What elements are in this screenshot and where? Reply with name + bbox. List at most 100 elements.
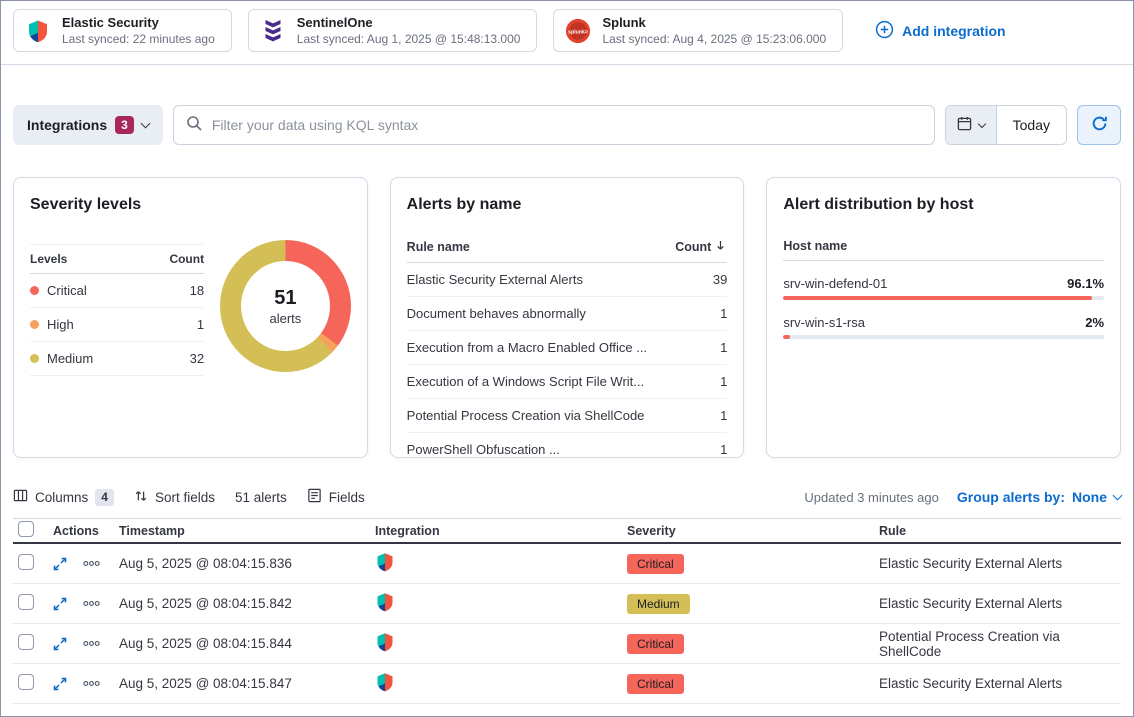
alerts-table: Actions Timestamp Integration Severity R… xyxy=(13,518,1121,704)
severity-level-label: High xyxy=(47,317,74,332)
alerts-by-name-header: Rule name Count xyxy=(407,232,728,263)
severity-legend-table: Levels Count Critical 18 High 1 Medium 3… xyxy=(30,244,204,376)
fields-button[interactable]: Fields xyxy=(307,488,365,506)
alert-rule-name: Potential Process Creation via ShellCode xyxy=(879,629,1121,659)
columns-button[interactable]: Columns 4 xyxy=(13,488,114,506)
expand-alert-icon[interactable] xyxy=(53,557,67,571)
integration-last-synced: Last synced: Aug 1, 2025 @ 15:48:13.000 xyxy=(297,32,521,46)
add-integration-label: Add integration xyxy=(902,23,1005,39)
chevron-down-icon xyxy=(977,119,985,127)
chevron-down-icon xyxy=(1113,491,1123,501)
sort-fields-button[interactable]: Sort fields xyxy=(134,489,215,506)
severity-dot xyxy=(30,286,39,295)
expand-alert-icon[interactable] xyxy=(53,677,67,691)
alert-timestamp: Aug 5, 2025 @ 08:04:15.844 xyxy=(119,636,375,651)
host-name: srv-win-defend-01 xyxy=(783,276,887,291)
row-checkbox[interactable] xyxy=(18,634,34,650)
rule-name: PowerShell Obfuscation ... xyxy=(407,442,560,457)
sort-fields-label: Sort fields xyxy=(155,490,215,505)
alerts-by-name-title: Alerts by name xyxy=(407,196,728,214)
date-picker-today-button[interactable]: Today xyxy=(997,106,1066,144)
host-bar-fill[interactable] xyxy=(783,296,1091,300)
columns-count-badge: 4 xyxy=(95,489,114,506)
alert-rule-name: Elastic Security External Alerts xyxy=(879,596,1121,611)
severity-levels-panel: Severity levels Levels Count Critical 18… xyxy=(13,177,368,458)
elastic-security-logo-icon xyxy=(375,672,627,695)
select-all-checkbox[interactable] xyxy=(18,521,34,537)
host-row: srv-win-defend-01 96.1% xyxy=(783,276,1104,300)
more-actions-icon[interactable] xyxy=(83,640,100,647)
column-header-rule: Rule xyxy=(879,524,1121,538)
row-checkbox[interactable] xyxy=(18,554,34,570)
rule-count: 1 xyxy=(720,442,727,457)
column-header-timestamp: Timestamp xyxy=(119,524,375,538)
row-checkbox[interactable] xyxy=(18,594,34,610)
sort-descending-icon xyxy=(714,239,727,255)
host-percent: 2% xyxy=(1085,315,1104,330)
rule-count: 1 xyxy=(720,306,727,321)
elastic-security-logo-icon xyxy=(375,592,627,615)
host-name-column-header: Host name xyxy=(783,232,1104,261)
expand-alert-icon[interactable] xyxy=(53,637,67,651)
alerts-by-name-row: Execution from a Macro Enabled Office ..… xyxy=(407,331,728,365)
more-actions-icon[interactable] xyxy=(83,600,100,607)
host-row: srv-win-s1-rsa 2% xyxy=(783,315,1104,339)
rule-name: Document behaves abnormally xyxy=(407,306,586,321)
severity-badge: Critical xyxy=(627,554,684,574)
rule-name: Elastic Security External Alerts xyxy=(407,272,583,287)
alerts-by-name-row: Potential Process Creation via ShellCode… xyxy=(407,399,728,433)
kql-search-box[interactable] xyxy=(173,105,935,145)
group-by-label: Group alerts by: xyxy=(957,489,1065,505)
severity-level-count: 32 xyxy=(190,351,204,366)
calendar-icon xyxy=(957,116,972,134)
host-bar-fill[interactable] xyxy=(783,335,789,339)
sentinelone-logo-icon xyxy=(259,17,287,45)
kql-search-input[interactable] xyxy=(210,116,922,134)
host-bar-track xyxy=(783,335,1104,339)
expand-alert-icon[interactable] xyxy=(53,597,67,611)
date-picker-calendar-button[interactable] xyxy=(946,106,997,144)
row-checkbox[interactable] xyxy=(18,674,34,690)
elastic-security-logo-icon xyxy=(24,17,52,45)
severity-donut-center: 51 alerts xyxy=(241,261,330,351)
search-icon xyxy=(186,115,202,136)
svg-text:splunk>: splunk> xyxy=(569,29,589,35)
column-header-actions: Actions xyxy=(47,524,119,538)
rule-name: Potential Process Creation via ShellCode xyxy=(407,408,645,423)
rule-count: 1 xyxy=(720,340,727,355)
severity-col-count: Count xyxy=(169,252,204,266)
count-column-header[interactable]: Count xyxy=(675,239,727,255)
columns-label: Columns xyxy=(35,490,88,505)
sort-fields-icon xyxy=(134,489,148,506)
severity-badge: Medium xyxy=(627,594,690,614)
add-integration-button[interactable]: Add integration xyxy=(875,20,1005,42)
severity-level-label: Critical xyxy=(47,283,87,298)
host-name: srv-win-s1-rsa xyxy=(783,315,865,330)
more-actions-icon[interactable] xyxy=(83,560,100,567)
integration-card-sentinelone[interactable]: SentinelOne Last synced: Aug 1, 2025 @ 1… xyxy=(248,9,538,52)
column-header-integration: Integration xyxy=(375,524,627,538)
host-panel-title: Alert distribution by host xyxy=(783,196,1104,214)
rule-name: Execution from a Macro Enabled Office ..… xyxy=(407,340,647,355)
summary-panels: Severity levels Levels Count Critical 18… xyxy=(13,177,1121,458)
severity-dot xyxy=(30,354,39,363)
more-actions-icon[interactable] xyxy=(83,680,100,687)
integration-card-elastic-security[interactable]: Elastic Security Last synced: 22 minutes… xyxy=(13,9,232,52)
integration-card-splunk[interactable]: splunk> Splunk Last synced: Aug 4, 2025 … xyxy=(553,9,843,52)
column-header-severity: Severity xyxy=(627,524,879,538)
severity-dot xyxy=(30,320,39,329)
refresh-button[interactable] xyxy=(1077,105,1121,145)
severity-table-header: Levels Count xyxy=(30,244,204,274)
severity-col-levels: Levels xyxy=(30,252,67,266)
updated-timestamp-text: Updated 3 minutes ago xyxy=(804,490,938,505)
alert-rule-name: Elastic Security External Alerts xyxy=(879,556,1121,571)
severity-row-high: High 1 xyxy=(30,308,204,342)
alert-timestamp: Aug 5, 2025 @ 08:04:15.836 xyxy=(119,556,375,571)
severity-row-critical: Critical 18 xyxy=(30,274,204,308)
donut-total-label: alerts xyxy=(269,311,301,326)
date-picker: Today xyxy=(945,105,1067,145)
integration-card-text: Elastic Security Last synced: 22 minutes… xyxy=(62,15,215,46)
group-alerts-by-dropdown[interactable]: Group alerts by: None xyxy=(957,489,1121,505)
rule-name-column-header: Rule name xyxy=(407,240,470,254)
integrations-filter-button[interactable]: Integrations 3 xyxy=(13,105,163,145)
